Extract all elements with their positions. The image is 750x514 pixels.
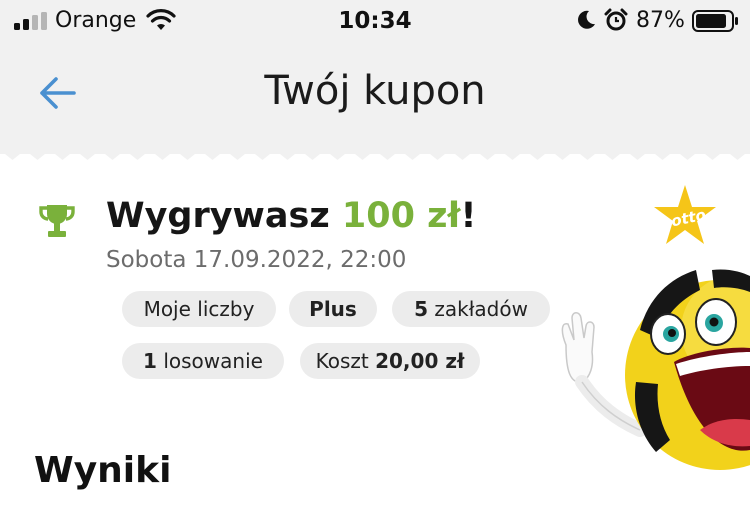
headline-prefix: Wygrywasz [106, 196, 342, 236]
do-not-disturb-moon-icon [578, 10, 595, 29]
status-bar: Orange 10:34 87% [0, 0, 750, 44]
chip-plus-label: Plus [309, 297, 357, 321]
chip-plus: Plus [289, 291, 377, 327]
chip-draws: 1 losowanie [122, 343, 284, 379]
chip-bets: 5 zakładów [392, 291, 550, 327]
page-title: Twój kupon [264, 68, 486, 114]
navigation-bar: Twój kupon [0, 44, 750, 154]
chip-cost-value: 20,00 zł [375, 349, 465, 373]
trophy-icon [39, 205, 75, 237]
win-headline: Wygrywasz 100 zł! [106, 196, 476, 236]
chip-cost: Koszt 20,00 zł [300, 343, 480, 379]
chip-cost-label: Koszt [315, 349, 376, 373]
win-amount: 100 zł [341, 196, 461, 236]
chip-draws-label: losowanie [156, 349, 263, 373]
chip-bets-count: 5 [414, 297, 428, 321]
battery-percentage: 87% [636, 8, 685, 33]
chip-bets-label: zakładów [428, 297, 528, 321]
results-heading: Wyniki [34, 450, 172, 491]
alarm-clock-icon [604, 8, 628, 31]
chip-draws-count: 1 [143, 349, 157, 373]
chip-my-numbers-label: Moje liczby [143, 297, 255, 321]
battery-icon [692, 10, 738, 32]
draw-date: Sobota 17.09.2022, 22:00 [106, 247, 407, 273]
lotto-mascot-image: Lotto [561, 185, 750, 470]
headline-suffix: ! [460, 196, 477, 236]
zigzag-divider [0, 148, 750, 160]
chip-my-numbers: Moje liczby [122, 291, 276, 327]
